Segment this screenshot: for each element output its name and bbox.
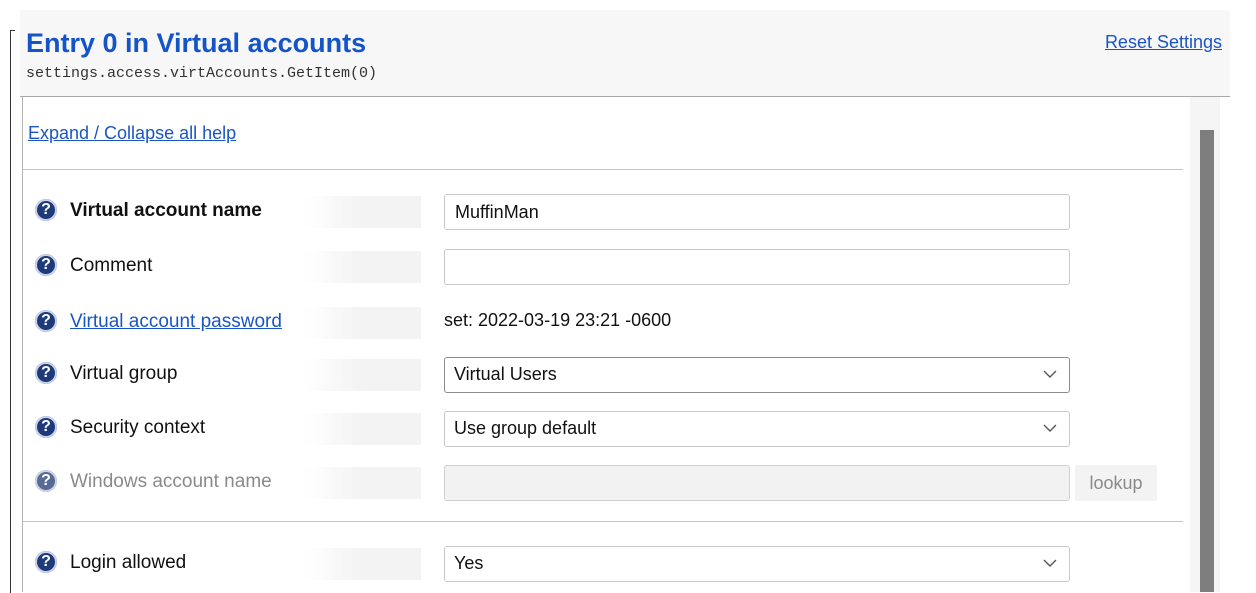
group-bracket xyxy=(10,30,15,593)
field-label-area: ? Virtual group xyxy=(31,359,421,391)
comment-label: Comment xyxy=(70,255,153,276)
row-windows-account-name: ? Windows account name lookup xyxy=(23,465,1183,505)
top-strip xyxy=(0,0,1256,8)
help-icon[interactable]: ? xyxy=(35,470,57,492)
field-label-area: ? Windows account name xyxy=(31,467,421,499)
login-allowed-label: Login allowed xyxy=(70,552,187,573)
chevron-down-icon xyxy=(1043,559,1057,567)
help-icon[interactable]: ? xyxy=(35,254,57,276)
security-context-selected: Use group default xyxy=(454,418,597,438)
vertical-scrollbar[interactable] xyxy=(1190,97,1220,592)
reset-settings-link[interactable]: Reset Settings xyxy=(1105,32,1222,53)
comment-input[interactable] xyxy=(444,249,1070,285)
help-icon[interactable]: ? xyxy=(35,199,57,221)
login-allowed-select[interactable]: Yes xyxy=(444,546,1070,582)
settings-path: settings.access.virtAccounts.GetItem(0) xyxy=(26,65,378,82)
virtual-group-label: Virtual group xyxy=(70,363,178,384)
security-context-label: Security context xyxy=(70,417,206,438)
expand-collapse-help-link[interactable]: Expand / Collapse all help xyxy=(28,123,236,144)
virtual-account-name-label: Virtual account name xyxy=(70,200,262,221)
help-icon[interactable]: ? xyxy=(35,551,57,573)
row-comment: ? Comment xyxy=(23,249,1183,289)
virtual-account-password-link[interactable]: Virtual account password xyxy=(70,311,282,333)
help-icon[interactable]: ? xyxy=(35,310,57,332)
row-virtual-group: ? Virtual group Virtual Users xyxy=(23,357,1183,397)
password-set-status: set: 2022-03-19 23:21 -0600 xyxy=(444,310,672,330)
settings-panel: Expand / Collapse all help ? Virtual acc… xyxy=(23,97,1190,592)
field-label-area: ? Security context xyxy=(31,413,421,445)
scrollbar-thumb[interactable] xyxy=(1200,130,1214,592)
divider xyxy=(23,521,1183,522)
row-security-context: ? Security context Use group default xyxy=(23,411,1183,451)
row-login-allowed: ? Login allowed Yes xyxy=(23,546,1183,586)
divider xyxy=(23,169,1183,170)
windows-account-name-input[interactable] xyxy=(444,465,1070,501)
page-title: Entry 0 in Virtual accounts xyxy=(26,28,367,58)
field-label-area: ? Comment xyxy=(31,251,421,283)
login-allowed-selected: Yes xyxy=(454,553,484,573)
help-icon[interactable]: ? xyxy=(35,416,57,438)
virtual-group-select[interactable]: Virtual Users xyxy=(444,357,1070,393)
chevron-down-icon xyxy=(1043,370,1057,378)
chevron-down-icon xyxy=(1043,424,1057,432)
virtual-account-name-input[interactable] xyxy=(444,194,1070,230)
field-label-area: ? Virtual account name xyxy=(31,196,421,228)
row-virtual-account-name: ? Virtual account name xyxy=(23,194,1183,234)
virtual-group-selected: Virtual Users xyxy=(454,364,557,384)
windows-account-name-label: Windows account name xyxy=(70,471,272,492)
help-icon[interactable]: ? xyxy=(35,362,57,384)
field-label-area: ? Login allowed xyxy=(31,548,421,580)
row-virtual-account-password: ? Virtual account password set: 2022-03-… xyxy=(23,305,1183,345)
security-context-select[interactable]: Use group default xyxy=(444,411,1070,447)
lookup-button[interactable]: lookup xyxy=(1075,465,1157,501)
field-label-area: ? Virtual account password xyxy=(31,307,421,339)
settings-header: Entry 0 in Virtual accounts settings.acc… xyxy=(20,10,1230,97)
